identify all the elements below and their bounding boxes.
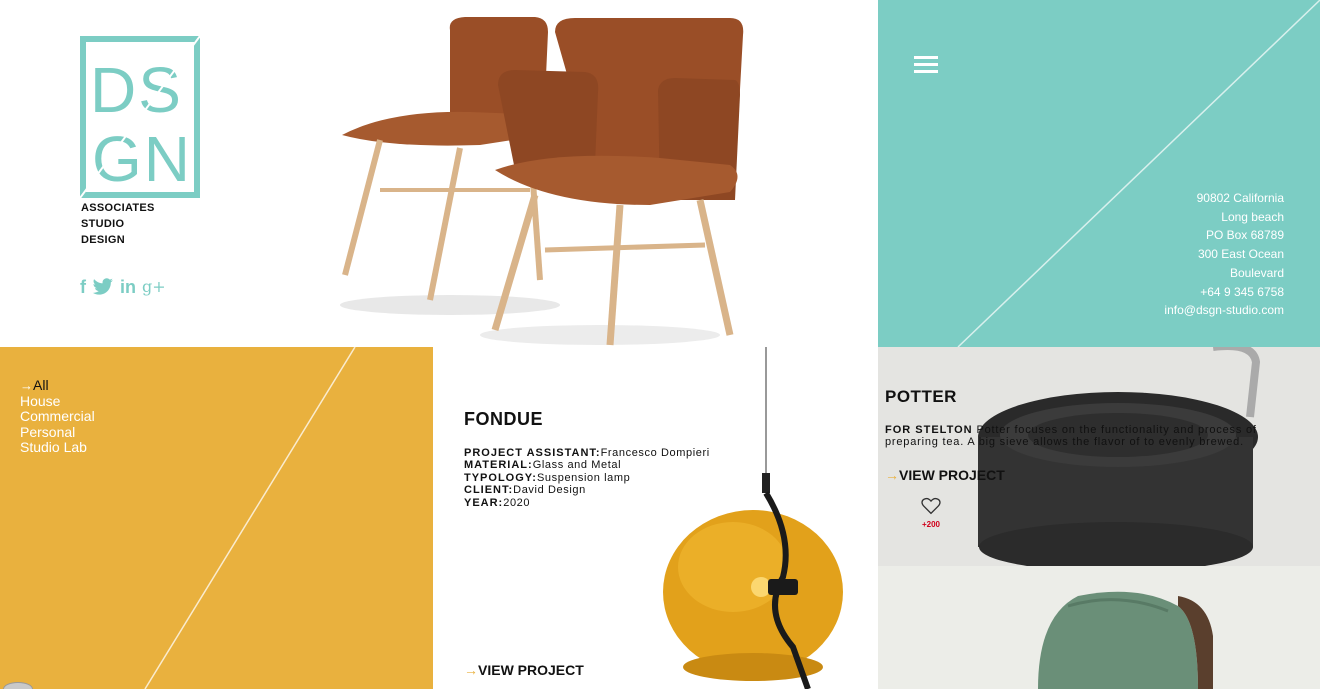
facebook-icon[interactable]: f	[80, 277, 86, 297]
tagline-line: DESIGN	[81, 234, 125, 246]
leather-chairs-illustration	[340, 17, 744, 346]
tagline-line: ASSOCIATES	[81, 202, 155, 214]
arrow-icon: →	[464, 662, 478, 678]
like-button[interactable]: +200	[918, 497, 944, 529]
address-line: Long beach	[1221, 209, 1284, 224]
contact-email[interactable]: info@dsgn-studio.com	[1164, 301, 1284, 320]
category-filter-panel: →All House Commercial Personal Studio La…	[0, 347, 433, 689]
address-line: Boulevard	[1229, 265, 1284, 280]
filter-house[interactable]: House	[20, 393, 95, 410]
social-links: f in g+	[80, 277, 166, 297]
filter-personal[interactable]: Personal	[20, 424, 95, 441]
project-title: POTTER	[885, 387, 957, 406]
project-card-potter: POTTER FOR STELTON Potter focuses on the…	[878, 347, 1320, 566]
meta-value: Glass and Metal	[532, 459, 622, 472]
hero-image-chairs	[330, 0, 878, 347]
address-line: 300 East Ocean	[1197, 247, 1284, 262]
view-project-link[interactable]: →VIEW PROJECT	[885, 467, 1005, 483]
dsgn-logo[interactable]: DS GN	[80, 36, 200, 198]
arrow-icon: →	[20, 378, 33, 393]
contact-phone[interactable]: +64 9 345 6758	[1164, 283, 1284, 302]
amber-pendant-lamp-image	[663, 347, 843, 689]
project-meta: PROJECT ASSISTANT:Francesco Dompieri MAT…	[464, 447, 710, 509]
googleplus-icon[interactable]: g+	[142, 277, 166, 297]
logo-letters-top: DS	[90, 54, 183, 126]
project-title: FONDUE	[464, 409, 543, 429]
contact-panel: 90802 California Long beach PO Box 68789…	[878, 0, 1320, 347]
meta-key: CLIENT:	[464, 484, 514, 497]
logo-letters-bottom: GN	[92, 123, 192, 195]
heart-icon	[921, 497, 941, 515]
linkedin-icon[interactable]: in	[120, 277, 136, 297]
twitter-icon[interactable]	[92, 278, 114, 296]
green-chair-image	[878, 566, 1320, 689]
meta-value: Francesco Dompieri	[600, 447, 710, 459]
meta-key: PROJECT ASSISTANT:	[464, 447, 601, 459]
meta-key: TYPOLOGY:	[464, 471, 537, 484]
arrow-icon: →	[885, 467, 899, 483]
meta-key: YEAR:	[464, 496, 504, 509]
address-line: 90802 California	[1196, 191, 1284, 205]
teapot-image	[978, 347, 1261, 566]
green-lounge-chair-illustration	[1038, 591, 1213, 689]
address-line: PO Box 68789	[1205, 228, 1284, 243]
like-count: +200	[921, 520, 941, 529]
meta-key: MATERIAL:	[464, 459, 533, 472]
meta-value: 2020	[503, 496, 531, 509]
project-description: FOR STELTON Potter focuses on the functi…	[885, 424, 1285, 448]
meta-value: Suspension lamp	[536, 471, 631, 484]
filter-studio-lab[interactable]: Studio Lab	[20, 439, 95, 456]
filter-list: →All House Commercial Personal Studio La…	[20, 377, 95, 456]
logo-tagline: ASSOCIATES STUDIO DESIGN	[81, 200, 155, 248]
meta-value: David Design	[513, 484, 586, 497]
logo-block: DS GN ASSOCIATES STUDIO DESIGN f in g+	[0, 0, 330, 347]
filter-all[interactable]: →All	[20, 377, 95, 394]
project-card-fondue: FONDUE PROJECT ASSISTANT:Francesco Dompi…	[433, 347, 878, 689]
tagline-line: STUDIO	[81, 218, 125, 230]
filter-commercial[interactable]: Commercial	[20, 408, 95, 425]
hamburger-menu-icon[interactable]	[914, 56, 938, 76]
scroll-indicator[interactable]	[3, 682, 33, 689]
contact-address: 90802 California Long beach PO Box 68789…	[1164, 189, 1284, 320]
desc-key: FOR STELTON	[885, 424, 973, 436]
view-project-link[interactable]: →VIEW PROJECT	[464, 662, 584, 678]
